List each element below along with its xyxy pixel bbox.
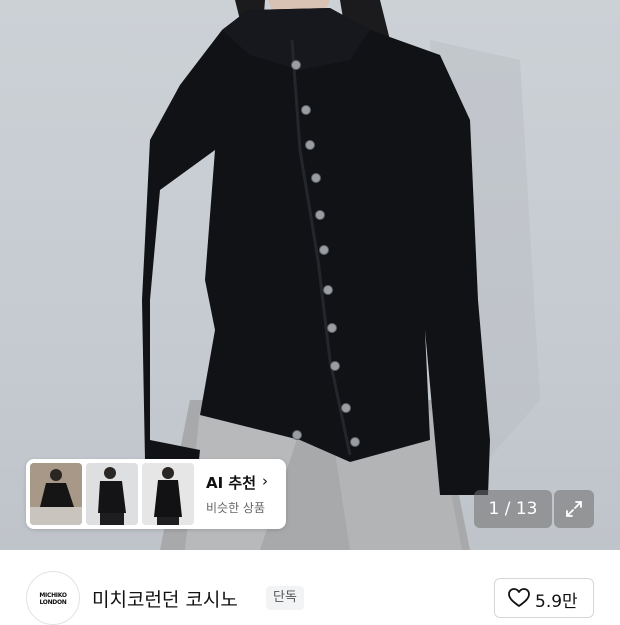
cardigan-button	[315, 210, 325, 220]
expand-button[interactable]	[554, 490, 594, 528]
recommend-thumbnail[interactable]	[86, 463, 138, 525]
heart-outline-icon	[508, 588, 530, 607]
ai-recommend-title: AI 추천	[206, 474, 257, 492]
cardigan-button	[323, 285, 333, 295]
chevron-right-icon: ›	[262, 472, 268, 490]
cardigan-button	[305, 140, 315, 150]
cardigan-button	[327, 323, 337, 333]
cardigan-button	[292, 430, 302, 440]
ai-recommend-card[interactable]: AI 추천 › 비슷한 상품	[26, 459, 286, 529]
cardigan-button	[301, 105, 311, 115]
like-button[interactable]: 5.9만	[494, 578, 594, 618]
cardigan-button	[319, 245, 329, 255]
cardigan-button	[350, 437, 360, 447]
ai-recommend-subtitle: 비슷한 상품	[206, 501, 266, 515]
cardigan-button	[291, 60, 301, 70]
exclusive-badge: 단독	[266, 586, 304, 610]
brand-name[interactable]: 미치코런던 코시노	[92, 585, 238, 612]
expand-arrows-icon	[566, 501, 582, 517]
recommend-thumbnail[interactable]	[30, 463, 82, 525]
cardigan-button	[341, 403, 351, 413]
brand-logo[interactable]: MICHIKO LONDON	[26, 571, 80, 625]
recommend-thumbnail[interactable]	[142, 463, 194, 525]
like-count: 5.9만	[535, 592, 578, 612]
cardigan-button	[330, 361, 340, 371]
image-counter: 1 / 13	[474, 490, 552, 528]
cardigan-button	[311, 173, 321, 183]
brand-logo-text: MICHIKO LONDON	[39, 592, 67, 606]
